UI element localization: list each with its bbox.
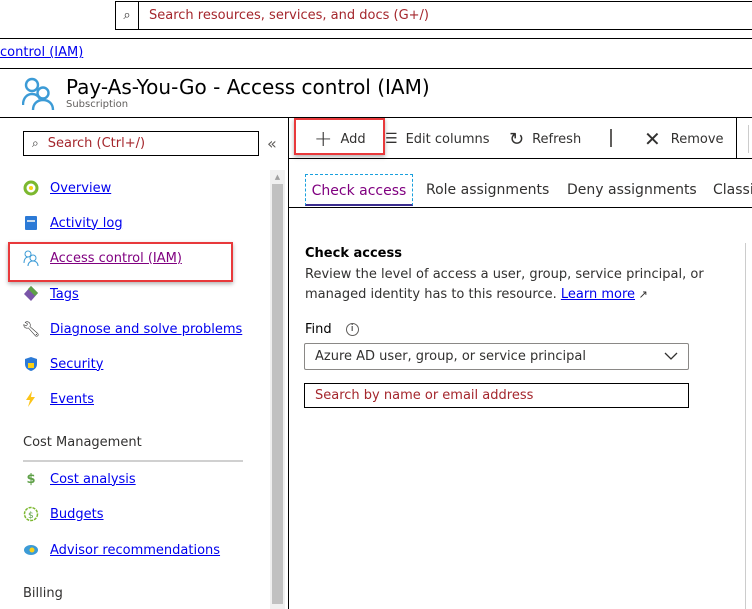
sidebar-search-input[interactable]: Search (Ctrl+/): [48, 136, 145, 151]
sidebar-item-cost-analysis[interactable]: $ Cost analysis: [23, 469, 136, 489]
search-icon: ⌕: [32, 136, 39, 150]
add-label: Add: [340, 131, 366, 147]
edit-columns-label: Edit columns: [405, 131, 490, 147]
tab-classic[interactable]: Classi: [713, 174, 752, 206]
close-icon: ✕: [644, 127, 661, 151]
edit-columns-button[interactable]: ☰ Edit columns: [385, 128, 490, 150]
add-button[interactable]: + Add: [314, 126, 366, 152]
iam-icon: [23, 250, 39, 266]
toolbar-separator: [610, 129, 612, 147]
page-title: Pay-As-You-Go - Access control (IAM): [66, 75, 430, 99]
sidebar-item-label: Cost analysis: [50, 471, 136, 487]
refresh-icon: ↻: [509, 128, 525, 150]
sidebar-item-label: Security: [50, 356, 104, 372]
sidebar-item-events[interactable]: Events: [23, 389, 94, 409]
sidebar-item-label: Budgets: [50, 506, 104, 522]
sidebar-item-tags[interactable]: Tags: [23, 284, 79, 304]
global-search[interactable]: ⌕ Search resources, services, and docs (…: [115, 1, 752, 30]
iam-icon: [21, 76, 56, 114]
remove-label: Remove: [670, 131, 724, 147]
advisor-icon: [23, 542, 39, 558]
refresh-button[interactable]: ↻ Refresh: [509, 128, 581, 150]
find-label: Find i: [305, 322, 359, 337]
learn-more-link[interactable]: Learn more: [561, 287, 635, 302]
sidebar-item-access-control[interactable]: Access control (IAM): [23, 248, 182, 268]
description-line: Review the level of access a user, group…: [305, 267, 704, 282]
sidebar-item-label: Activity log: [50, 215, 123, 231]
cost-analysis-icon: $: [26, 471, 36, 487]
panel-divider: [745, 243, 746, 609]
tab-check-access[interactable]: Check access: [305, 174, 413, 206]
sidebar-item-advisor[interactable]: Advisor recommendations: [23, 540, 220, 560]
lightning-icon: [23, 391, 39, 407]
activity-log-icon: [23, 215, 39, 231]
check-access-description: Review the level of access a user, group…: [305, 265, 704, 305]
shield-icon: [23, 356, 39, 372]
collapse-sidebar-button[interactable]: «: [267, 134, 277, 153]
remove-button[interactable]: ✕ Remove: [644, 127, 724, 151]
sidebar-search[interactable]: ⌕ Search (Ctrl+/): [23, 131, 259, 156]
tag-icon: [23, 286, 39, 302]
tab-role-assignments[interactable]: Role assignments: [426, 174, 549, 206]
sidebar-item-label: Events: [50, 391, 95, 407]
sidebar-item-overview[interactable]: Overview: [23, 178, 111, 198]
svg-text:$: $: [28, 511, 34, 521]
principal-search-input[interactable]: Search by name or email address: [304, 383, 689, 408]
sidebar-item-label: Tags: [50, 286, 79, 302]
sidebar-item-label: Diagnose and solve problems: [50, 321, 243, 337]
page-subtitle: Subscription: [66, 99, 129, 110]
sidebar-item-label: Advisor recommendations: [50, 542, 221, 558]
toolbar-separator: [748, 125, 749, 153]
info-icon[interactable]: i: [345, 323, 359, 336]
search-icon: ⌕: [116, 2, 139, 29]
scrollbar-thumb[interactable]: [272, 184, 283, 604]
sidebar-item-budgets[interactable]: $ Budgets: [23, 504, 104, 524]
check-access-title: Check access: [305, 246, 402, 261]
sidebar-scrollbar[interactable]: ▲: [270, 170, 285, 609]
find-text: Find: [305, 322, 332, 337]
section-cost-management: Cost Management: [23, 435, 142, 450]
chevron-down-icon: [664, 349, 678, 364]
global-search-input[interactable]: Search resources, services, and docs (G+…: [139, 2, 429, 29]
overview-icon: [23, 180, 39, 196]
description-text: managed identity has to this resource.: [305, 287, 557, 302]
sidebar-item-diagnose[interactable]: 🔧︎ Diagnose and solve problems: [21, 319, 243, 339]
scroll-up-arrow[interactable]: ▲: [270, 170, 285, 184]
wrench-icon: 🔧︎: [21, 320, 41, 338]
tab-deny-assignments[interactable]: Deny assignments: [567, 174, 697, 206]
refresh-label: Refresh: [532, 131, 582, 147]
plus-icon: +: [314, 126, 333, 152]
sidebar-item-activity-log[interactable]: Activity log: [23, 213, 123, 233]
tab-label: Check access: [311, 183, 407, 199]
sidebar-item-security[interactable]: Security: [23, 354, 103, 374]
find-select[interactable]: Azure AD user, group, or service princip…: [304, 343, 689, 370]
sidebar-item-label: Overview: [50, 180, 112, 196]
section-billing: Billing: [23, 586, 63, 601]
sidebar-item-label: Access control (IAM): [50, 250, 182, 266]
external-link-icon: ↗: [635, 288, 648, 301]
section-divider: [23, 460, 243, 462]
description-line: managed identity has to this resource. L…: [305, 285, 704, 305]
find-select-value: Azure AD user, group, or service princip…: [315, 349, 586, 364]
breadcrumb-current[interactable]: control (IAM): [0, 45, 83, 60]
budget-icon: $: [23, 506, 39, 522]
columns-icon: ☰: [385, 131, 398, 147]
